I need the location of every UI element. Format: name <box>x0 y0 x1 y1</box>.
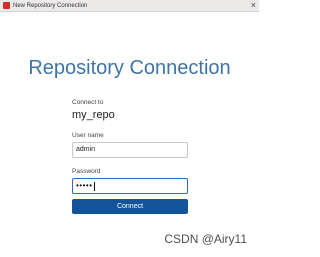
close-button[interactable]: × <box>251 0 256 11</box>
password-value: ••••• <box>76 181 93 190</box>
connect-to-label: Connect to <box>72 99 104 106</box>
watermark: CSDN @Airy11 <box>164 232 247 246</box>
password-field[interactable]: ••••• <box>72 178 188 194</box>
username-label: User name <box>72 132 104 139</box>
connect-button[interactable]: Connect <box>72 199 188 214</box>
window-title: New Repository Connection <box>13 3 88 9</box>
title-bar: New Repository Connection × <box>0 0 259 12</box>
connection-form: Connect to my_repo User name admin Passw… <box>72 98 188 214</box>
repository-name: my_repo <box>72 109 115 121</box>
password-label: Password <box>72 168 101 175</box>
text-caret <box>93 181 95 191</box>
dialog-heading: Repository Connection <box>28 57 231 79</box>
app-icon <box>3 2 10 9</box>
username-field[interactable]: admin <box>72 142 188 158</box>
username-value: admin <box>76 146 96 153</box>
